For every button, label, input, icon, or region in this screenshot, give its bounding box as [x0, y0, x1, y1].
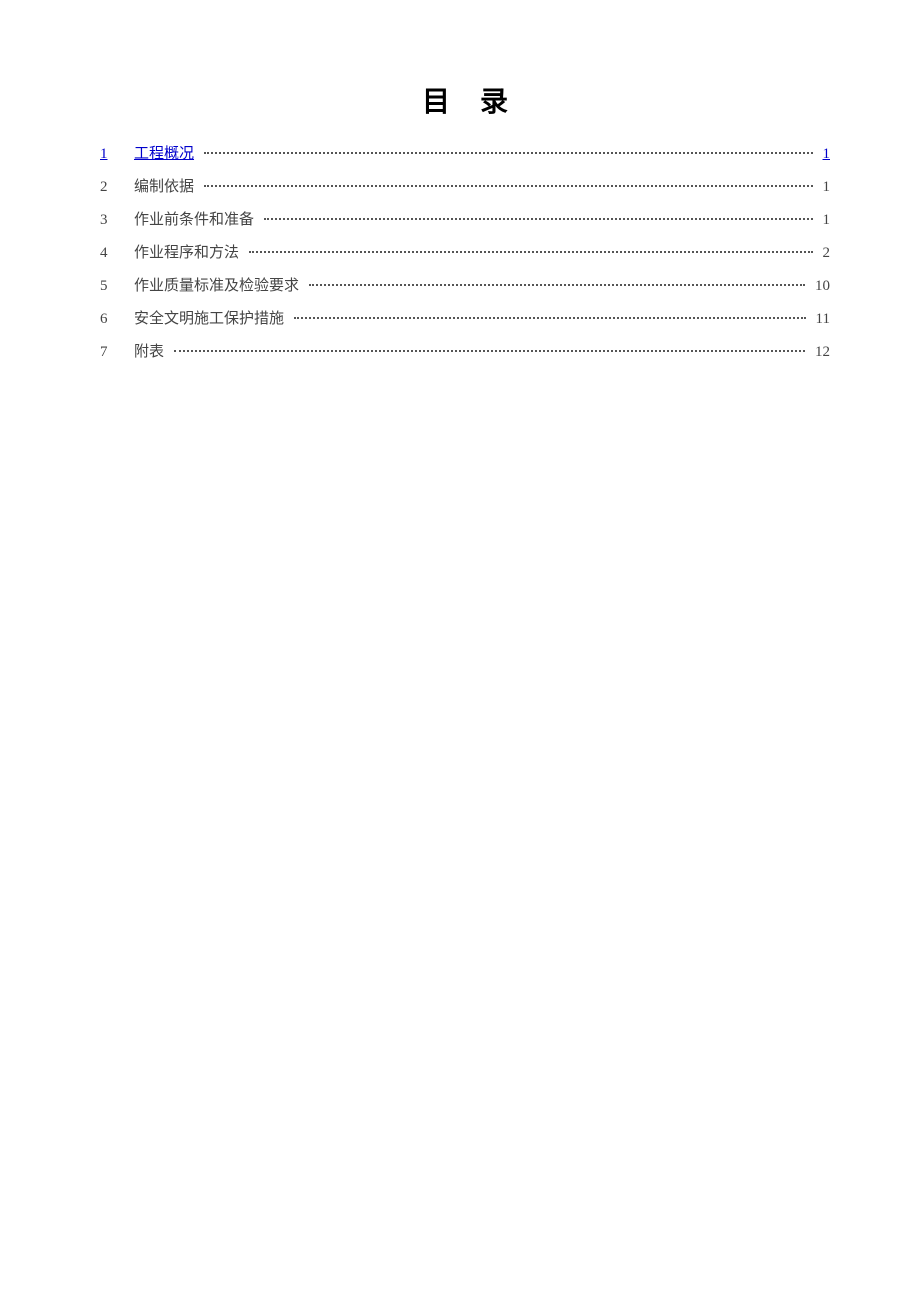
toc-number: 7: [100, 336, 134, 369]
toc-page: 1: [817, 171, 831, 204]
page-title: 目录: [100, 80, 830, 120]
toc-entry: 3 作业前条件和准备 1: [100, 204, 830, 237]
toc-number: 6: [100, 303, 134, 336]
toc-label: 工程概况: [134, 138, 200, 171]
toc-leader: [294, 317, 806, 319]
toc-page: 2: [817, 237, 831, 270]
toc-page: 11: [810, 303, 830, 336]
toc-entry: 4 作业程序和方法 2: [100, 237, 830, 270]
toc-entry: 5 作业质量标准及检验要求 10: [100, 270, 830, 303]
toc-label: 编制依据: [134, 171, 200, 204]
toc-entry: 2 编制依据 1: [100, 171, 830, 204]
toc-entry: 6 安全文明施工保护措施 11: [100, 303, 830, 336]
toc-label: 作业程序和方法: [134, 237, 245, 270]
toc-number: 1: [100, 138, 134, 171]
toc-leader: [309, 284, 805, 286]
toc-leader: [204, 185, 812, 187]
toc-label: 作业质量标准及检验要求: [134, 270, 305, 303]
toc-label: 附表: [134, 336, 170, 369]
table-of-contents: 1 工程概况 1 2 编制依据 1 3 作业前条件和准备 1 4 作业程序和方法…: [100, 138, 830, 369]
toc-page: 1: [817, 138, 831, 171]
toc-leader: [264, 218, 812, 220]
toc-leader: [249, 251, 812, 253]
toc-number: 5: [100, 270, 134, 303]
toc-number: 2: [100, 171, 134, 204]
toc-number: 4: [100, 237, 134, 270]
toc-entry: 7 附表 12: [100, 336, 830, 369]
toc-number: 3: [100, 204, 134, 237]
toc-leader: [204, 152, 812, 154]
toc-entry[interactable]: 1 工程概况 1: [100, 138, 830, 171]
toc-page: 12: [809, 336, 830, 369]
toc-page: 1: [817, 204, 831, 237]
toc-label: 作业前条件和准备: [134, 204, 260, 237]
toc-page: 10: [809, 270, 830, 303]
toc-label: 安全文明施工保护措施: [134, 303, 290, 336]
toc-leader: [174, 350, 805, 352]
